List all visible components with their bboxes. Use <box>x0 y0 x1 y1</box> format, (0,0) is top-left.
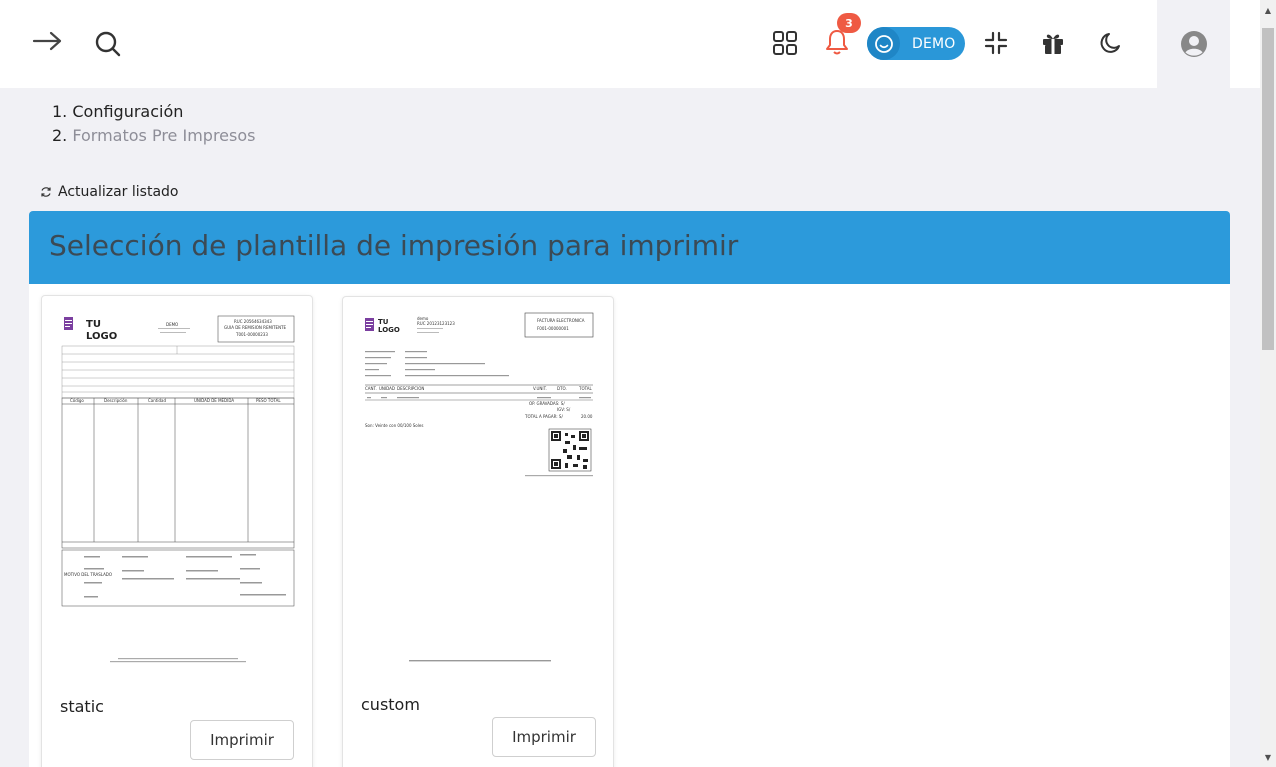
arrow-right-icon[interactable] <box>30 26 66 56</box>
scroll-down-icon[interactable]: ▼ <box>1262 751 1274 763</box>
qr-code-icon <box>548 428 592 472</box>
preview-doc-number: F001-00000001 <box>537 326 569 331</box>
top-navbar <box>0 0 1260 88</box>
preview-col-codigo: Código <box>70 398 84 403</box>
panel-header: Selección de plantilla de impresión para… <box>29 211 1230 284</box>
refresh-list-link[interactable]: Actualizar listado <box>40 184 178 200</box>
preview-company: DEMO <box>166 322 178 327</box>
scroll-up-icon[interactable]: ▲ <box>1262 4 1274 16</box>
preview-ruc: RUC 20564634343 <box>234 319 272 324</box>
user-menu[interactable] <box>1157 0 1230 88</box>
preview-col-unidad: UNIDAD <box>379 386 395 391</box>
collapse-icon[interactable] <box>981 28 1011 58</box>
moon-icon[interactable] <box>1096 28 1126 58</box>
preview-col-descripcion: DESCRIPCION <box>397 386 424 391</box>
preview-logo-line1: TU <box>86 319 101 330</box>
preview-col-cant: CANT. <box>365 386 377 391</box>
print-button[interactable]: Imprimir <box>190 720 294 760</box>
notification-badge: 3 <box>837 13 861 33</box>
preview-total-value: 20.00 <box>581 414 593 419</box>
print-button[interactable]: Imprimir <box>492 717 596 757</box>
preview-col-total: TOTAL <box>578 386 592 391</box>
preview-col-cantidad: Cantidad <box>148 398 166 403</box>
user-circle-icon <box>1180 31 1207 57</box>
preview-col-peso: PESO TOTAL <box>256 398 281 403</box>
template-preview-custom: TU LOGO demo RUC 20123123123 FACTURA ELE… <box>363 312 595 667</box>
breadcrumb-number: 2. <box>52 126 68 145</box>
preview-doc-number: T001-00000233 <box>235 332 268 337</box>
preview-logo-line2: LOGO <box>86 331 117 342</box>
breadcrumb: 1. Configuración 2. Formatos Pre Impreso… <box>52 100 255 148</box>
preview-total-label: TOTAL A PAGAR: S/ <box>524 414 563 419</box>
template-name: static <box>60 697 104 716</box>
preview-igv: IGV: S/ <box>557 407 571 412</box>
apps-icon[interactable] <box>770 28 800 58</box>
template-name: custom <box>361 695 420 714</box>
preview-col-vunit: V.UNIT. <box>533 386 547 391</box>
refresh-icon <box>41 187 51 197</box>
preview-son: Son: Veinte con 00/100 Soles <box>365 423 423 428</box>
gift-icon[interactable] <box>1038 28 1068 58</box>
template-card-custom[interactable]: TU LOGO demo RUC 20123123123 FACTURA ELE… <box>342 296 614 767</box>
breadcrumb-item-configuracion[interactable]: 1. Configuración <box>52 100 255 124</box>
preview-doc-type: GUIA DE REMISION REMITENTE <box>224 325 287 330</box>
refresh-label: Actualizar listado <box>58 184 179 200</box>
preview-reason-label: MOTIVO DEL TRASLADO <box>64 572 112 577</box>
breadcrumb-label: Formatos Pre Impresos <box>72 126 256 145</box>
demo-label: DEMO <box>912 35 956 52</box>
preview-col-descripcion: Descripción <box>104 398 128 403</box>
panel-title: Selección de plantilla de impresión para… <box>49 229 739 262</box>
scrollbar-thumb[interactable] <box>1262 28 1274 350</box>
preview-logo-line2: LOGO <box>378 326 400 334</box>
breadcrumb-label: Configuración <box>72 102 184 121</box>
preview-ruc: RUC 20123123123 <box>417 321 455 326</box>
breadcrumb-number: 1. <box>52 102 68 121</box>
template-preview-static: TU LOGO DEMO RUC 20564634343 GUIA DE REM… <box>61 315 295 666</box>
preview-op-gravadas: OP. GRAVADAS: S/ <box>529 401 565 406</box>
smiley-icon <box>867 27 900 60</box>
preview-doc-type: FACTURA ELECTRONICA <box>537 318 585 323</box>
search-icon[interactable] <box>92 28 124 60</box>
preview-col-unidad: UNIDAD DE MEDIDA <box>194 398 234 403</box>
preview-col-dto: DTO. <box>557 386 567 391</box>
breadcrumb-item-formatos: 2. Formatos Pre Impresos <box>52 124 255 148</box>
preview-logo-line1: TU <box>378 318 389 326</box>
demo-account-button[interactable]: DEMO <box>867 27 965 60</box>
template-card-static[interactable]: TU LOGO DEMO RUC 20564634343 GUIA DE REM… <box>41 295 313 767</box>
